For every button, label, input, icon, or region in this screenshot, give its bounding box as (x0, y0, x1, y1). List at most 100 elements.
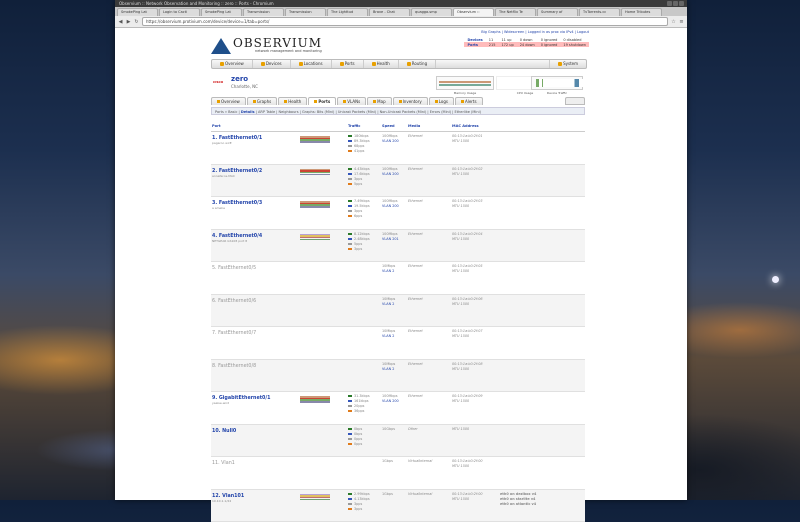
device-settings-button[interactable] (565, 97, 585, 105)
device-name[interactable]: zero (231, 75, 248, 83)
col-traffic[interactable]: Traffic (347, 120, 381, 132)
reload-icon[interactable]: ↻ (134, 19, 139, 25)
table-row[interactable]: 2. FastEthernet0/2 annafer-le-MAC 4.43kbps… (211, 164, 585, 197)
maximize-icon[interactable] (673, 1, 678, 6)
browser-tab[interactable]: quagga-smp (411, 8, 452, 16)
tab-vlans[interactable]: VLANs (337, 97, 367, 105)
browser-tab[interactable]: TvTorrents.cc (579, 8, 620, 16)
mtu-value: MTU 1500 (452, 464, 470, 468)
back-icon[interactable]: ◀ (118, 19, 123, 25)
port-traffic-minigraph[interactable] (300, 168, 330, 176)
tab-alerts[interactable]: Alerts (454, 97, 483, 105)
col-media[interactable]: Media (407, 120, 451, 132)
address-bar[interactable]: https://observium.protivium.com/device/d… (142, 17, 668, 26)
browser-tab[interactable]: Home Tributes (621, 8, 662, 16)
table-row[interactable]: 7. FastEthernet0/7 10Mbps VLAN 2 Ethernet 00… (211, 326, 585, 360)
table-row[interactable]: 10. Null0 0bps 0bps 0pps 0pps 10Gbps Other MTU … (211, 424, 585, 457)
menu-locations[interactable]: Locations (291, 60, 332, 68)
arrow-icon (348, 177, 352, 180)
vlan-link[interactable]: VLAN 2 (382, 367, 406, 372)
port-traffic-minigraph[interactable] (300, 136, 330, 143)
vlan-link[interactable]: VLAN 200 (382, 204, 406, 209)
browser-window: Observium :: Network Observation and Mon… (115, 0, 687, 522)
table-row[interactable]: 3. FastEthernet0/3 a amelie 7.49kbps 19.5kb… (211, 196, 585, 230)
browser-tab[interactable]: Transmission (285, 8, 326, 16)
star-icon[interactable]: ☆ (671, 19, 676, 25)
port-name-link[interactable]: 5. FastEthernet0/5 (212, 263, 298, 271)
stats-label[interactable]: Ports (464, 42, 485, 47)
port-traffic-minigraph[interactable] (300, 396, 330, 403)
table-row[interactable]: 11. Vlan1 1Gbps VirtualInternal 00:13:1a:b0… (211, 456, 585, 490)
subnav-details[interactable]: Details (241, 110, 255, 114)
menu-ports[interactable]: Ports (332, 60, 364, 68)
tab-inventory[interactable]: Inventory (392, 97, 428, 105)
port-name-link[interactable]: 10. Null0 (212, 426, 298, 434)
port-name-link[interactable]: 3. FastEthernet0/3 (212, 198, 298, 206)
tab-overview[interactable]: Overview (211, 97, 246, 105)
menu-system[interactable]: System (549, 60, 586, 68)
browser-tab[interactable]: Brave - Chat (369, 8, 410, 16)
subnav-options[interactable]: | ARP Table | Neighbours | Graphs: Bits … (256, 110, 481, 114)
memory-graph[interactable]: Memory Usage (436, 76, 494, 95)
browser-tab[interactable]: Summary of (537, 8, 578, 16)
tab-label: Ports (318, 99, 331, 104)
vlan-link[interactable]: VLAN 200 (382, 172, 406, 177)
menu-health[interactable]: Health (364, 60, 399, 68)
table-row[interactable]: 1. FastEthernet0/1 pagaroo wirE 180kbps 89.… (211, 131, 585, 165)
table-row[interactable]: 9. GigabitEthernet0/1 yaalse-wird 31.3kbps… (211, 391, 585, 425)
port-traffic-minigraph[interactable] (300, 201, 330, 208)
vlan-link[interactable]: VLAN 201 (382, 237, 406, 242)
col-speed[interactable]: Speed (381, 120, 407, 132)
port-name-link[interactable]: 11. Vlan1 (212, 458, 298, 466)
minimize-icon[interactable] (667, 1, 672, 6)
tab-map[interactable]: Map (367, 97, 392, 105)
vlan-link[interactable]: VLAN 200 (382, 399, 406, 404)
vlan-link[interactable]: VLAN 2 (382, 269, 406, 274)
observium-logo[interactable]: OBSERVIUM network management and monitor… (211, 36, 341, 56)
port-name-link[interactable]: 1. FastEthernet0/1 (212, 133, 298, 141)
browser-tab[interactable]: Transmission (243, 8, 284, 16)
port-traffic-minigraph[interactable] (300, 493, 330, 501)
browser-tab[interactable]: Observium :: (453, 8, 494, 16)
header-links[interactable]: Big Graphs | Widescreen | Logged in as p… (481, 30, 589, 34)
menu-devices[interactable]: Devices (253, 60, 291, 68)
tab-logs[interactable]: Logs (428, 97, 454, 105)
table-row[interactable]: 8. FastEthernet0/8 10Mbps VLAN 2 Ethernet 00… (211, 359, 585, 392)
forward-icon[interactable]: ▶ (126, 19, 131, 25)
col-port[interactable]: Port (211, 120, 299, 132)
port-name-link[interactable]: 8. FastEthernet0/8 (212, 361, 298, 369)
browser-tab[interactable]: The Lighttud (327, 8, 368, 16)
table-row[interactable]: 4. FastEthernet0/4 NETGEAR GS108 port 8 8.… (211, 229, 585, 262)
port-name-link[interactable]: 9. GigabitEthernet0/1 (212, 393, 298, 401)
wrench-icon[interactable]: ≡ (679, 19, 684, 25)
menu-overview[interactable]: Overview (212, 60, 253, 68)
browser-tab[interactable]: Login to Cacti (159, 8, 200, 16)
mac-cell: 00:13:1a:b0:2f:09 MTU 1500 (451, 391, 499, 425)
tab-ports[interactable]: Ports (308, 97, 337, 105)
port-name-link[interactable]: 12. Vlan101 (212, 491, 298, 499)
table-row[interactable]: 5. FastEthernet0/5 10Mbps VLAN 2 Ethernet 00… (211, 261, 585, 295)
browser-tab[interactable]: SmokePing Lat (117, 8, 158, 16)
port-name-link[interactable]: 2. FastEthernet0/2 (212, 166, 298, 174)
port-traffic-minigraph[interactable] (300, 233, 330, 241)
vlan-link[interactable]: VLAN 2 (382, 302, 406, 307)
neighbour-link[interactable]: eth0 on atlantic v4 (500, 502, 584, 507)
vlan-link[interactable]: VLAN 2 (382, 334, 406, 339)
table-row[interactable]: 12. Vlan101 10.10.1.1/24 2.99kbps 4.13kbps 3… (211, 489, 585, 522)
traffic-graph[interactable]: Device Traffic (531, 76, 584, 95)
stats-label[interactable]: Devices (464, 37, 485, 42)
subnav-basic[interactable]: Ports » Basic | (215, 110, 240, 114)
port-name-link[interactable]: 6. FastEthernet0/6 (212, 296, 298, 304)
close-icon[interactable] (679, 1, 684, 6)
menu-routing[interactable]: Routing (399, 60, 437, 68)
tab-graphs[interactable]: Graphs (246, 97, 278, 105)
browser-tab[interactable]: The Netflix Te (495, 8, 536, 16)
browser-tab[interactable]: SmokePing Lat (201, 8, 242, 16)
tab-health[interactable]: Health (278, 97, 308, 105)
col-mac[interactable]: MAC Address (451, 120, 499, 132)
port-name-link[interactable]: 7. FastEthernet0/7 (212, 328, 298, 336)
vlan-link[interactable]: VLAN 200 (382, 139, 406, 144)
mtu-value: MTU 1500 (452, 171, 470, 176)
table-row[interactable]: 6. FastEthernet0/6 10Mbps VLAN 2 Ethernet 00… (211, 294, 585, 327)
port-name-link[interactable]: 4. FastEthernet0/4 (212, 231, 298, 239)
